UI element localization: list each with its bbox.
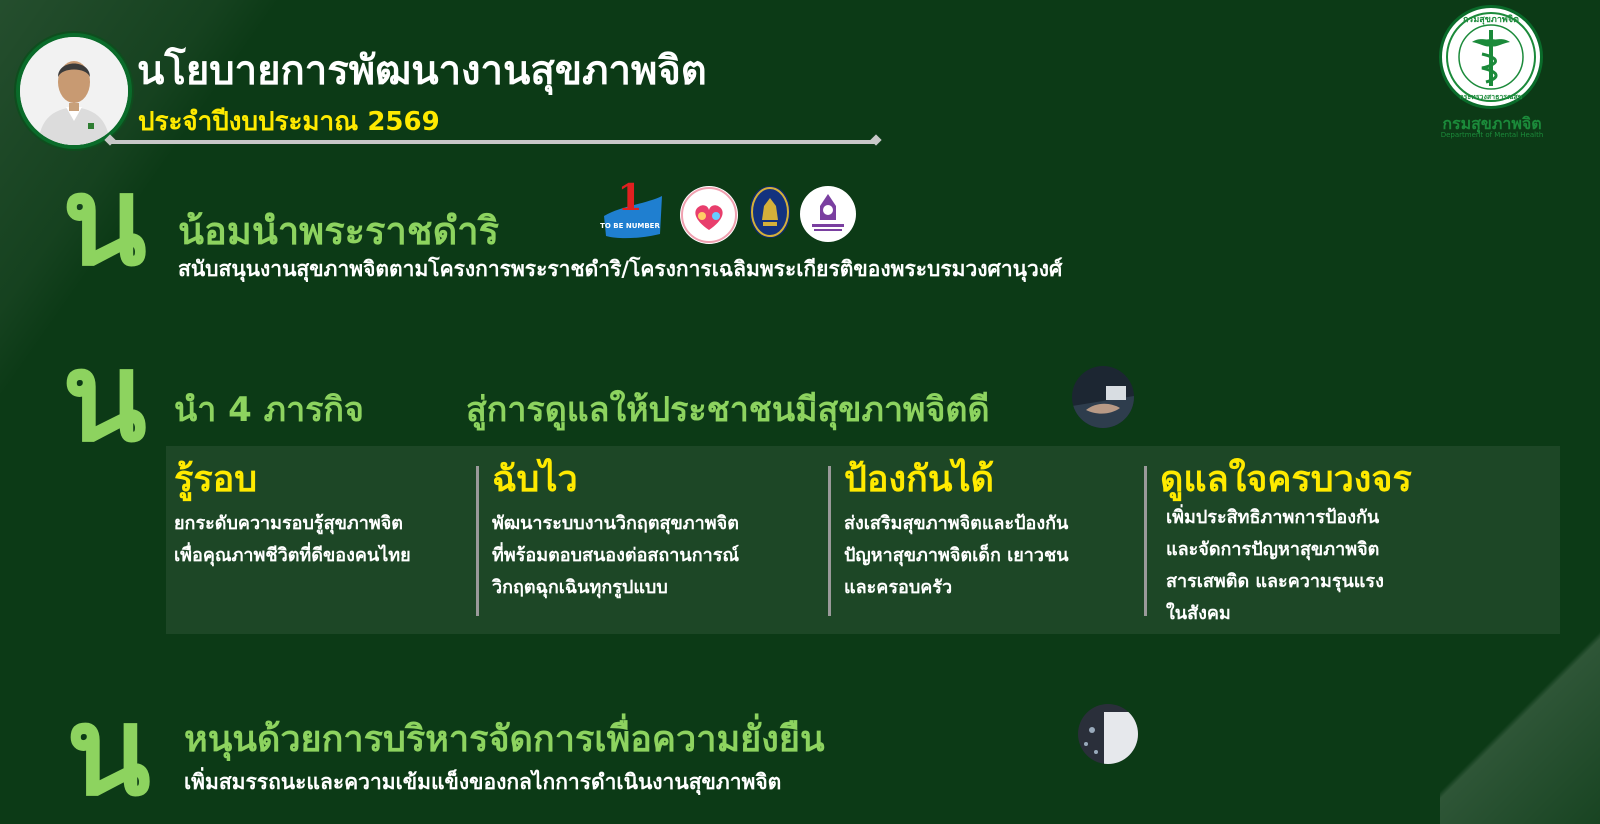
background-diagonal-right bbox=[1440, 614, 1600, 824]
to-be-number-one-logo: 1 TO BE NUMBER bbox=[600, 176, 666, 242]
mission-card: ดูแลใจครบวงจร เพิ่มประสิทธิภาพการป้องกัน… bbox=[1160, 446, 1550, 634]
mission-line: เพิ่มประสิทธิภาพการป้องกัน bbox=[1166, 507, 1380, 528]
section-3-description: เพิ่มสมรรถนะและความเข้มแข็งของกลไกการดำเ… bbox=[184, 770, 782, 794]
department-seal-logo: กรมสุขภาพจิต กระทรวงสาธารณสุข bbox=[1439, 5, 1543, 109]
royal-crest-icon bbox=[802, 188, 854, 240]
mission-divider bbox=[828, 466, 831, 616]
header-divider bbox=[104, 134, 882, 146]
hands-photo bbox=[1072, 366, 1134, 428]
page-title: นโยบายการพัฒนางานสุขภาพจิต bbox=[137, 48, 707, 94]
mission-line: วิกฤตฉุกเฉินทุกรูปแบบ bbox=[492, 577, 668, 598]
family-heart-logo bbox=[680, 186, 738, 244]
mission-title: ดูแลใจครบวงจร bbox=[1160, 459, 1412, 500]
mission-line: เพื่อคุณภาพชีวิตที่ดีของคนไทย bbox=[174, 545, 411, 566]
mission-title: ป้องกันได้ bbox=[844, 459, 994, 500]
badge-number-text: 1 bbox=[617, 177, 642, 219]
speaker-avatar bbox=[16, 33, 132, 149]
section-2-title-prefix: นำ 4 ภารกิจ bbox=[174, 390, 364, 430]
section-3-title: หนุนด้วยการบริหารจัดการเพื่อความยั่งยืน bbox=[184, 719, 825, 760]
heart-icon bbox=[681, 187, 737, 243]
divider-end-dot bbox=[870, 134, 882, 146]
missions-panel: รู้รอบ ยกระดับความรอบรู้สุขภาพจิต เพื่อค… bbox=[166, 446, 1560, 634]
section-1-letter: น bbox=[62, 150, 147, 294]
mission-card: ฉับไว พัฒนาระบบงานวิกฤตสุขภาพจิต ที่พร้อ… bbox=[492, 446, 822, 634]
seal-top-text: กรมสุขภาพจิต bbox=[1463, 14, 1519, 25]
mission-card: ป้องกันได้ ส่งเสริมสุขภาพจิตและป้องกัน ป… bbox=[844, 446, 1144, 634]
department-name-english: Department of Mental Health bbox=[1440, 131, 1544, 139]
mission-line: ในสังคม bbox=[1166, 603, 1231, 624]
royal-emblem-logo bbox=[750, 186, 790, 238]
princess-project-logo bbox=[800, 186, 856, 242]
mission-line: ปัญหาสุขภาพจิตเด็ก เยาวชน bbox=[844, 545, 1069, 566]
crown-icon bbox=[751, 187, 789, 237]
seal-bottom-text: กระทรวงสาธารณสุข bbox=[1459, 93, 1522, 101]
mission-line: ยกระดับความรอบรู้สุขภาพจิต bbox=[174, 513, 403, 534]
mission-line: และจัดการปัญหาสุขภาพจิต bbox=[1166, 539, 1380, 560]
section-2-letter: น bbox=[62, 326, 147, 470]
mission-divider bbox=[1144, 466, 1147, 616]
technology-photo bbox=[1078, 704, 1138, 764]
mission-line: พัฒนาระบบงานวิกฤตสุขภาพจิต bbox=[492, 513, 739, 534]
mission-line: ส่งเสริมสุขภาพจิตและป้องกัน bbox=[844, 513, 1069, 534]
number-one-icon: 1 TO BE NUMBER bbox=[600, 177, 662, 239]
page-subtitle: ประจำปีงบประมาณ 2569 bbox=[138, 107, 440, 137]
mission-line: สารเสพติด และความรุนแรง bbox=[1166, 571, 1384, 592]
mission-line: ที่พร้อมตอบสนองต่อสถานการณ์ bbox=[492, 545, 740, 566]
mission-line: และครอบครัว bbox=[844, 577, 953, 598]
badge-to-be-text: TO BE NUMBER bbox=[600, 222, 660, 230]
holding-hands-icon bbox=[1072, 366, 1134, 428]
mission-card: รู้รอบ ยกระดับความรอบรู้สุขภาพจิต เพื่อค… bbox=[174, 446, 474, 634]
section-3-letter: น bbox=[66, 680, 151, 824]
person-portrait-icon bbox=[20, 37, 128, 145]
mission-title: ฉับไว bbox=[492, 459, 578, 500]
mission-title: รู้รอบ bbox=[174, 459, 258, 500]
section-2-title-suffix: สู่การดูแลให้ประชาชนมีสุขภาพจิตดี bbox=[466, 390, 990, 430]
section-1-description: สนับสนุนงานสุขภาพจิตตามโครงการพระราชดำริ… bbox=[178, 257, 1063, 281]
section-1-title: น้อมนำพระราชดำริ bbox=[178, 209, 499, 253]
laptop-icon bbox=[1078, 704, 1138, 764]
mission-divider bbox=[476, 466, 479, 616]
caduceus-icon: กรมสุขภาพจิต กระทรวงสาธารณสุข bbox=[1446, 12, 1536, 102]
